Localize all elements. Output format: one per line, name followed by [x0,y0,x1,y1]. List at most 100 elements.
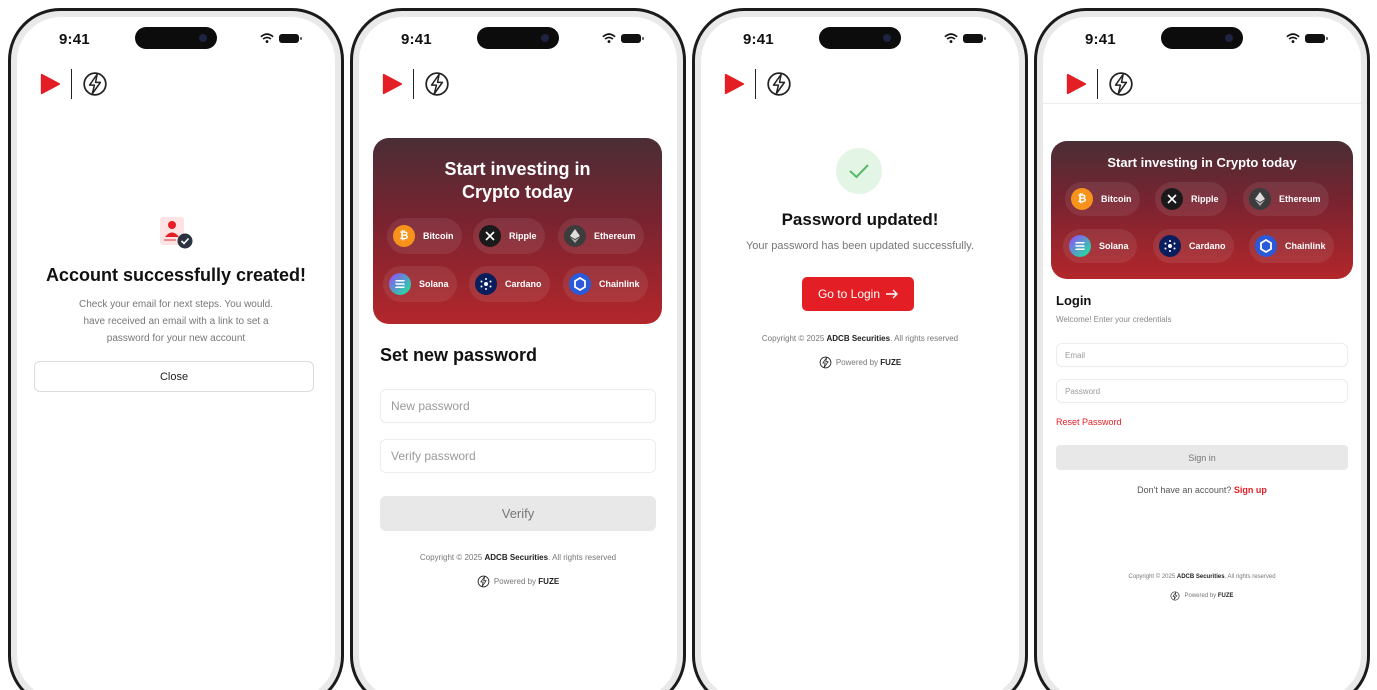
coin-ripple: Ripple [473,218,545,254]
dynamic-island [1161,27,1243,49]
password-input[interactable]: Password [1056,379,1348,403]
phone-login: 9:41 Start investing in Crypto today ₿ B… [1034,8,1370,690]
updated-message: Your password has been updated successfu… [745,240,975,252]
coin-bitcoin: ₿ Bitcoin [1065,182,1140,216]
coin-solana: Solana [1063,229,1137,263]
status-bar: 9:41 [17,17,335,61]
copyright-brand: ADCB Securities [1176,574,1225,580]
coin-label: Cardano [1189,241,1226,251]
powered-brand: FUZE [880,358,902,367]
coin-ethereum: Ethereum [1243,182,1329,216]
status-time: 9:41 [401,31,432,48]
powered-by: Powered by FUZE [1043,591,1361,601]
solana-icon [389,273,411,295]
chainlink-icon [1255,235,1277,257]
battery-icon [963,34,986,43]
copyright-text: Copyright © 2025 [761,334,827,343]
cardano-icon [475,273,497,295]
dynamic-island [819,27,901,49]
powered-text: Powered by [1184,593,1218,599]
coin-label: Cardano [505,279,542,289]
signup-prompt: Don't have an account? Sign up [1043,485,1361,495]
powered-brand: FUZE [1217,593,1234,599]
dynamic-island [135,27,217,49]
ethereum-icon [564,225,586,247]
verify-button[interactable]: Verify [380,496,656,531]
verify-password-input[interactable]: Verify password [380,439,656,473]
copyright-text: Copyright © 2025 [1128,574,1177,580]
coin-label: Bitcoin [423,231,454,241]
coin-chainlink: Chainlink [1249,229,1334,263]
crypto-promo-card: Start investing in Crypto today ₿ Bitcoi… [1051,141,1353,279]
copyright: Copyright © 2025 ADCB Securities. All ri… [701,334,1019,343]
updated-title: Password updated! [781,210,939,229]
status-time: 9:41 [743,31,774,48]
coin-label: Bitcoin [1101,194,1132,204]
coin-solana: Solana [383,266,457,302]
copyright-brand: ADCB Securities [826,334,891,343]
play-logo-icon [723,73,745,95]
powered-brand: FUZE [538,577,560,586]
coin-label: Solana [1099,241,1129,251]
screen-set-password: 9:41 Start investing in Crypto today ₿ B… [359,17,677,690]
bitcoin-icon: ₿ [1071,188,1093,210]
battery-icon [1305,34,1328,43]
powered-by: Powered by FUZE [359,575,677,588]
phone-account-created: 9:41 Account successfully created! Check… [8,8,344,690]
battery-icon [621,34,644,43]
copyright: Copyright © 2025 ADCB Securities. All ri… [1043,574,1361,580]
bolt-logo-icon [424,71,450,97]
dynamic-island [477,27,559,49]
brand-logo [39,69,108,99]
ethereum-icon [1249,188,1271,210]
status-bar: 9:41 [1043,17,1361,61]
new-password-input[interactable]: New password [380,389,656,423]
login-subtitle: Welcome! Enter your credentials [1056,315,1172,324]
bolt-icon [1170,591,1180,601]
email-input[interactable]: Email [1056,343,1348,367]
coin-label: Chainlink [599,279,640,289]
solana-icon [1069,235,1091,257]
bolt-icon [477,575,490,588]
header-divider [1043,103,1361,104]
phone-set-password: 9:41 Start investing in Crypto today ₿ B… [350,8,686,690]
status-time: 9:41 [59,31,90,48]
reset-password-link[interactable]: Reset Password [1056,417,1122,427]
copyright-text: Copyright © 2025 [419,553,485,562]
success-message: Check your email for next steps. You wou… [17,296,335,347]
brand-logo [723,69,792,99]
copyright-text: . All rights reserved [548,553,617,562]
promo-title-line: Start investing in [444,159,591,179]
close-button[interactable]: Close [34,361,314,392]
sign-up-link[interactable]: Sign up [1234,485,1267,495]
success-check-icon [836,148,882,194]
bolt-logo-icon [1108,71,1134,97]
bolt-logo-icon [82,71,108,97]
coin-label: Ripple [1191,194,1219,204]
play-logo-icon [381,73,403,95]
wifi-icon [1286,33,1300,44]
promo-title: Start investing in Crypto today [1107,155,1297,170]
coin-label: Ethereum [594,231,636,241]
page-title: Set new password [380,345,538,365]
brand-logo [381,69,450,99]
message-line: Check your email for next steps. You wou… [79,299,273,310]
coin-cardano: Cardano [1153,229,1234,263]
promo-title: Start investing in Crypto today [373,158,662,204]
coin-label: Solana [419,279,449,289]
sign-in-button[interactable]: Sign in [1056,445,1348,470]
chainlink-icon [569,273,591,295]
cardano-icon [1159,235,1181,257]
bolt-icon [819,356,832,369]
coin-cardano: Cardano [469,266,550,302]
wifi-icon [944,33,958,44]
go-to-login-button[interactable]: Go to Login [802,277,914,311]
powered-by: Powered by FUZE [701,356,1019,369]
user-check-icon [160,217,193,249]
crypto-promo-card: Start investing in Crypto today ₿ Bitcoi… [373,138,662,324]
message-line: have received an email with a link to se… [83,316,269,327]
copyright: Copyright © 2025 ADCB Securities. All ri… [359,553,677,562]
bitcoin-icon: ₿ [393,225,415,247]
promo-title-line: Crypto today [461,182,573,202]
arrow-right-icon [886,289,899,299]
